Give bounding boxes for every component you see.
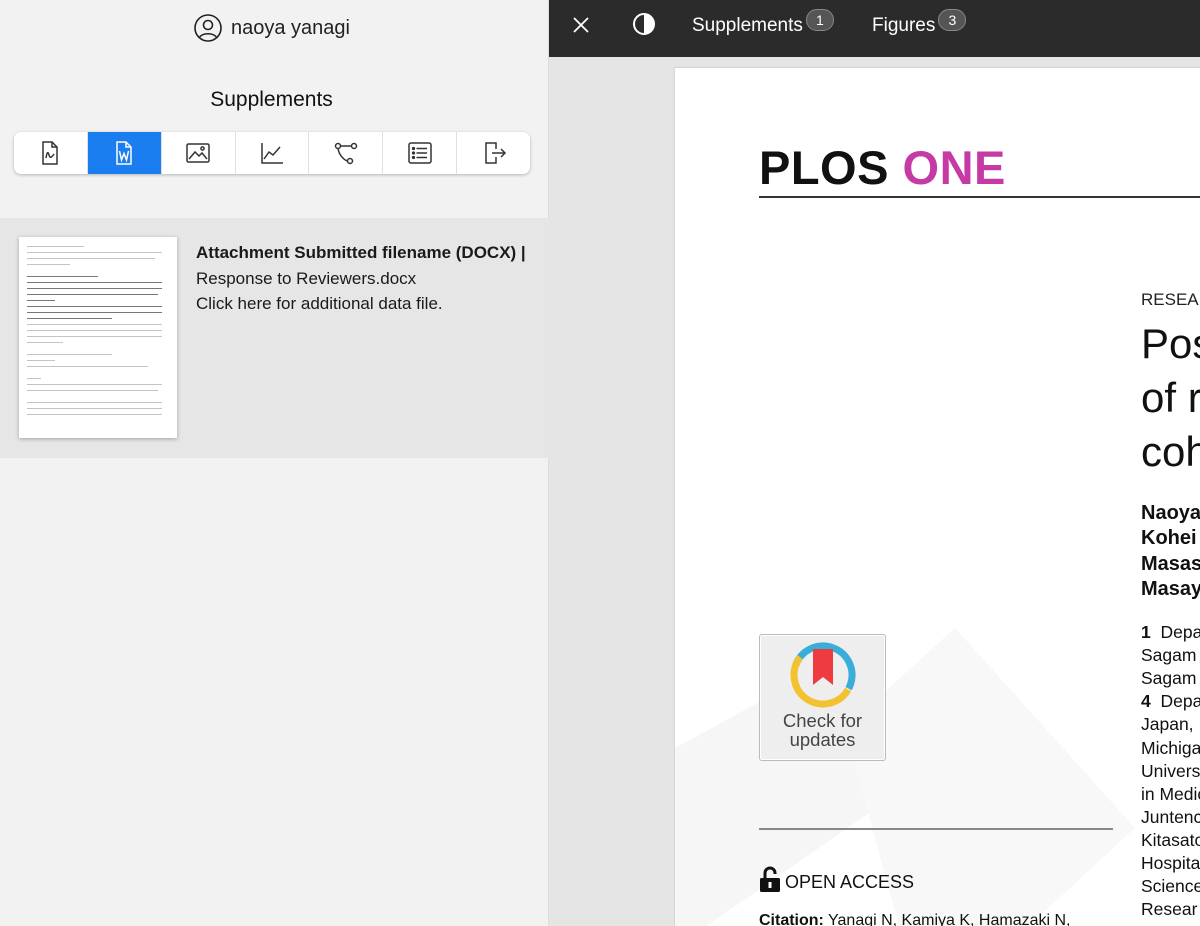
open-access-text: OPEN ACCESS [785,872,915,892]
viewer-topbar: Supplements 1 Figures 3 [549,0,1200,57]
word-document-icon [116,141,133,165]
file-type-toolbar [14,132,530,174]
open-access-label: OPEN ACCESS [759,865,914,893]
affiliation-line: in Medic [1141,784,1200,804]
tab-figures[interactable]: Figures 3 [872,9,967,37]
filter-workflow-button[interactable] [309,132,384,174]
crossmark-icon [790,642,856,708]
workflow-icon [334,142,358,165]
author-line: Kohei [1141,527,1197,549]
file-description[interactable]: Attachment Submitted filename (DOCX) | R… [196,240,536,317]
logo-divider [759,196,1200,198]
tab-figures-label: Figures [872,15,936,36]
article-title-line: Pos [1141,320,1200,367]
panel-title: Supplements [210,88,333,111]
file-name: Response to Reviewers.docx [196,268,417,288]
contrast-icon[interactable] [632,12,656,36]
affiliation-line: Juntenc [1141,807,1200,827]
affiliation-line: 4 Depa [1141,691,1200,711]
affiliation-line: 1 Depa [1141,622,1200,642]
affiliation-line: Resear [1141,899,1198,919]
filter-list-button[interactable] [383,132,458,174]
filter-chart-button[interactable] [236,132,310,174]
article-title-line: of r [1141,374,1200,421]
citation-line: Citation: Yanagi N, Kamiya K, Hamazaki N… [759,912,1071,926]
author-line: Masas [1141,553,1200,575]
unlocked-padlock-icon [760,866,780,892]
affiliation-line: Sagam [1141,668,1197,688]
filter-pdf-button[interactable] [14,132,88,174]
affiliation-line: Univers [1141,761,1200,781]
affiliation-line: Science [1141,876,1200,896]
logo-one: ONE [902,141,1006,194]
tab-supplements-label: Supplements [692,15,803,36]
article-title-line: coh [1141,428,1200,475]
article-type: RESEA [1141,290,1199,309]
author-line: Masay [1141,578,1200,600]
filter-word-button[interactable] [87,132,162,174]
affiliation-line: Kitasato [1141,830,1200,850]
chart-icon [261,143,283,164]
close-icon[interactable] [569,13,593,37]
user-icon [194,14,222,42]
filter-image-button[interactable] [162,132,236,174]
export-icon [484,142,506,164]
citation-label: Citation: [759,912,824,926]
user-profile[interactable]: naoya yanagi [0,13,543,43]
affiliation-line: Japan, [1141,714,1194,734]
section-divider [759,828,1113,830]
document-thumbnail[interactable] [19,237,177,438]
figures-count-badge: 3 [938,9,967,31]
logo-plos: PLOS [759,141,889,194]
supplements-count-badge: 1 [805,9,834,31]
file-label: Attachment Submitted filename (DOCX) | [196,243,526,262]
supplement-file-item[interactable]: Attachment Submitted filename (DOCX) | R… [0,218,549,458]
author-line: Naoya [1141,502,1200,524]
paper-page: PLOS ONE RESEA Pos of r coh Naoya Kohei … [675,68,1200,926]
list-icon [407,142,432,164]
citation-text: Yanagi N, Kamiya K, Hamazaki N, [828,912,1071,926]
tab-supplements[interactable]: Supplements 1 [692,9,834,37]
file-note: Click here for additional data file. [196,294,443,313]
supplements-sidebar: naoya yanagi Supplements Attachment Subm… [0,0,549,926]
affiliation-line: Hospita [1141,853,1200,873]
user-name: naoya yanagi [231,16,350,39]
affiliation-line: Michiga [1141,738,1200,758]
document-viewer: Supplements1 Figures3 PLOS ONE RESEA Pos… [549,0,1200,926]
affiliation-line: Sagam [1141,645,1197,665]
plos-one-logo: PLOS ONE [759,140,1006,195]
check-for-updates-text: Check for updates [782,710,863,750]
filter-export-button[interactable] [457,132,530,174]
image-icon [186,143,210,163]
check-for-updates-badge[interactable]: Check for updates [759,634,886,761]
pdf-document-icon [42,141,59,165]
